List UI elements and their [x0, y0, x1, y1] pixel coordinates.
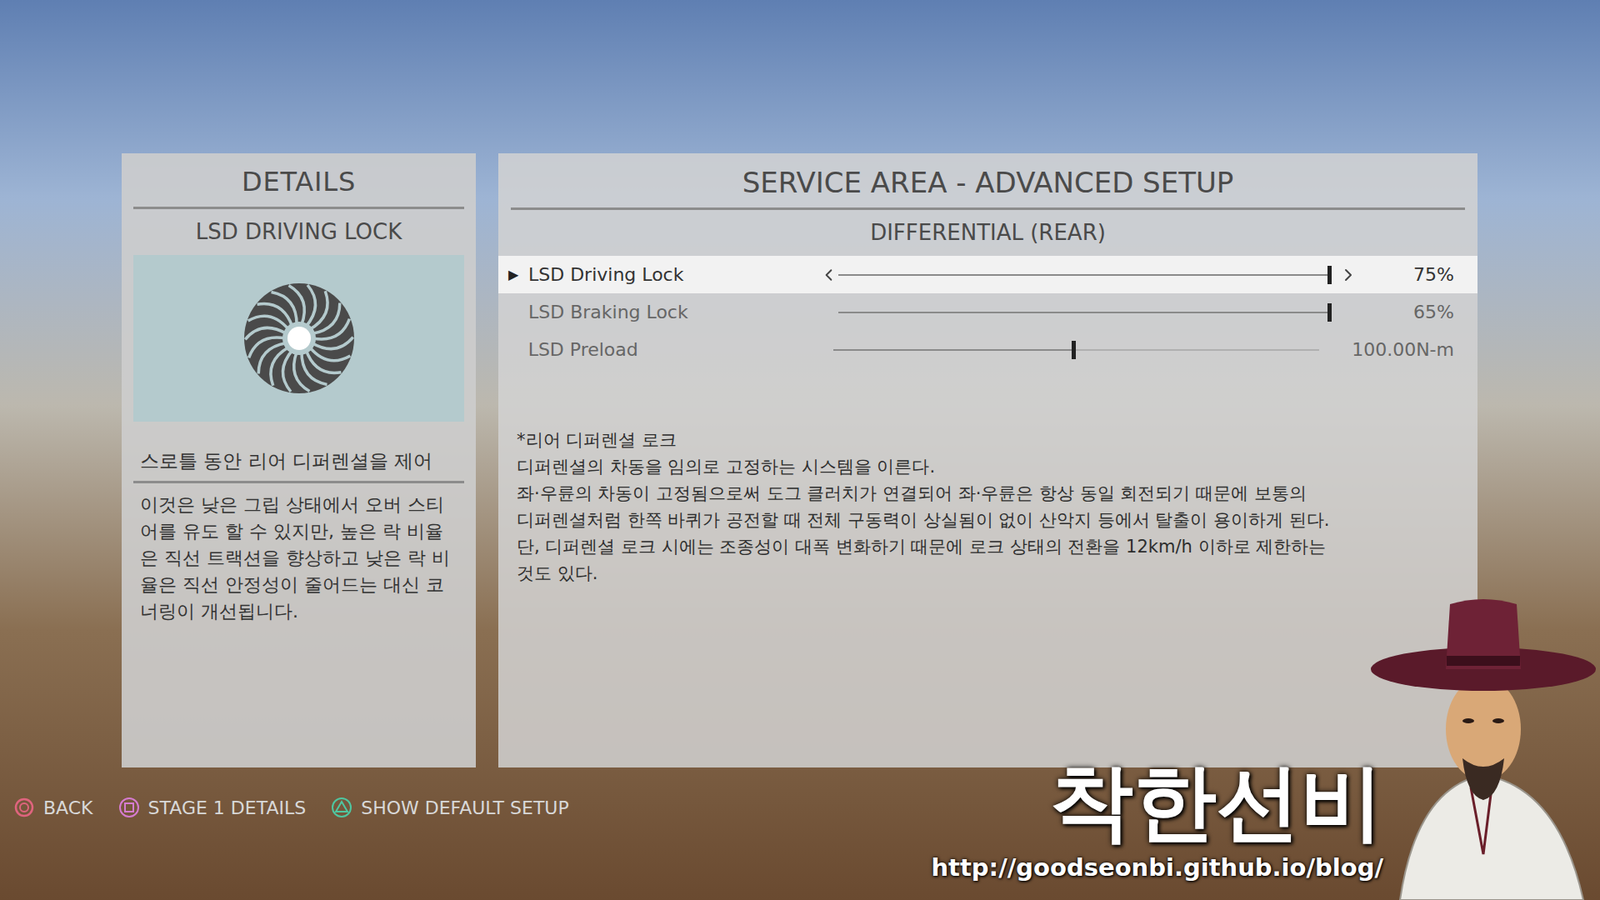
watermark-url: http://goodseonbi.github.io/blog/: [930, 850, 1384, 887]
details-panel: DETAILSLSD DRIVING LOCK 스로틀 동안 리어 디퍼렌셜을 제…: [121, 153, 476, 768]
watermark-name: 착한선비: [1050, 754, 1384, 850]
note-line: 것도 있다.: [516, 560, 1460, 587]
slider-fill: [838, 311, 1332, 314]
section-title: DIFFERENTIAL (REAR): [498, 210, 1478, 256]
scholar-character-icon: [1366, 579, 1600, 900]
triangle-button-icon: [330, 796, 353, 819]
arrow-left-slot: [819, 265, 839, 285]
details-image: [133, 255, 465, 422]
setup-title: SERVICE AREA - ADVANCED SETUP: [510, 153, 1465, 210]
setup-panel: SERVICE AREA - ADVANCED SETUPDIFFERENTIA…: [498, 153, 1478, 768]
row-marker: ▶: [498, 265, 529, 285]
setup-row[interactable]: LSD Braking Lock 65%: [498, 293, 1478, 331]
arrow-right-icon[interactable]: [1338, 265, 1359, 285]
panels: DETAILSLSD DRIVING LOCK 스로틀 동안 리어 디퍼렌셜을 제…: [0, 0, 1600, 768]
note-text: *리어 디퍼렌셜 로크디퍼렌셜의 차동을 임의로 고정하는 시스템을 이른다.좌…: [498, 426, 1478, 587]
square-button-icon: [118, 796, 140, 819]
game-screen: DETAILSLSD DRIVING LOCK 스로틀 동안 리어 디퍼렌셜을 제…: [0, 0, 1600, 900]
note-line: 좌·우륜의 차동이 고정됨으로써 도그 클러치가 연결되어 좌·우륜은 항상 동…: [516, 480, 1460, 507]
setup-rows: ▶LSD Driving Lock75%LSD Braking Lock65%L…: [498, 255, 1478, 369]
character-overlay: [1366, 579, 1600, 900]
row-label: LSD Driving Lock: [528, 260, 820, 289]
slider-track[interactable]: [833, 349, 1320, 351]
row-value: 65%: [1365, 298, 1478, 326]
footer-button[interactable]: BACK: [13, 794, 94, 822]
slider-track[interactable]: [838, 311, 1332, 314]
note-line: 디퍼렌셜의 차동을 임의로 고정하는 시스템을 이른다.: [516, 453, 1460, 480]
slider-handle[interactable]: [1327, 265, 1332, 285]
details-description: 이것은 낮은 그립 상태에서 오버 스티어를 유도 할 수 있지만, 높은 락 …: [133, 483, 465, 625]
row-label: LSD Braking Lock: [528, 298, 820, 326]
slider-fill: [838, 274, 1332, 276]
slider-fill: [833, 349, 1076, 351]
note-line: 디퍼렌셜처럼 한쪽 바퀴가 공전할 때 전체 구동력이 상실됨이 없이 산악지 …: [516, 506, 1460, 534]
setup-row[interactable]: ▶LSD Driving Lock 75%: [498, 255, 1478, 294]
setup-row[interactable]: LSD Preload 100.00N-m: [498, 330, 1478, 369]
circle-button-icon: [13, 796, 35, 819]
note-line: *리어 디퍼렌셜 로크: [516, 426, 1460, 454]
row-value: 75%: [1365, 260, 1478, 289]
footer-button[interactable]: SHOW DEFAULT SETUP: [330, 794, 570, 822]
row-label: LSD Preload: [528, 335, 815, 364]
row-value: 100.00N-m: [1351, 335, 1478, 364]
arrow-left-icon[interactable]: [819, 265, 839, 285]
note-line: 단, 디퍼렌셜 로크 시에는 조종성이 대폭 변화하기 때문에 로크 상태의 전…: [516, 533, 1460, 560]
details-summary: 스로틀 동안 리어 디퍼렌셜을 제어: [133, 446, 465, 484]
slider-handle[interactable]: [1071, 340, 1076, 360]
footer-button[interactable]: STAGE 1 DETAILS: [118, 794, 307, 822]
watermark: 착한선비http://goodseonbi.github.io/blog/: [883, 754, 1384, 887]
slider-track[interactable]: [838, 274, 1332, 276]
slider-handle[interactable]: [1327, 303, 1332, 322]
differential-icon: [240, 280, 358, 397]
details-subtitle: LSD DRIVING LOCK: [133, 209, 465, 255]
details-title: DETAILS: [133, 153, 465, 210]
arrow-right-slot: [1331, 265, 1365, 285]
